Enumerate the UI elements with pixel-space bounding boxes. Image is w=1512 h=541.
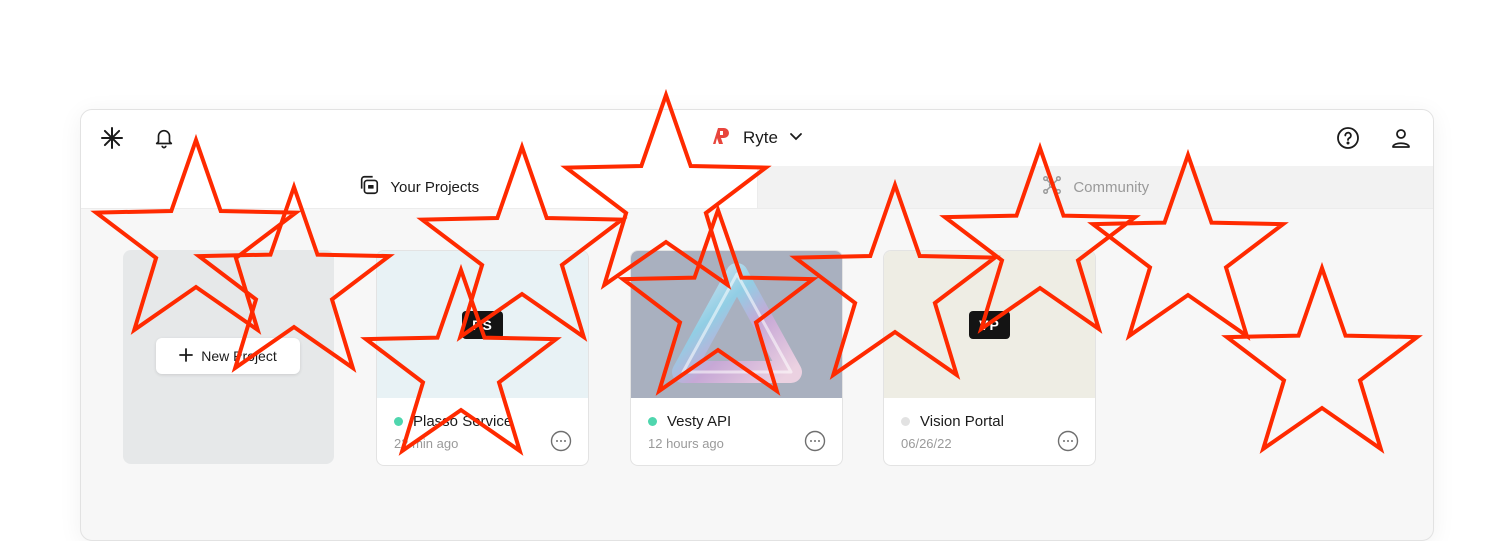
project-updated-time: 12 hours ago (648, 436, 724, 451)
tab-community[interactable]: Community (757, 166, 1433, 208)
project-card-vision-portal[interactable]: VP Vision Portal 06/26/22 (883, 250, 1096, 466)
new-project-button[interactable]: New Project (156, 338, 300, 374)
project-name: Vision Portal (920, 413, 1004, 430)
community-icon (1041, 174, 1063, 200)
projects-icon (358, 174, 380, 200)
ryte-logo-icon (709, 124, 733, 153)
project-initials-badge: PS (462, 310, 503, 339)
tab-bar: Your Projects Community (81, 166, 1433, 209)
workspace-switcher[interactable]: Ryte (709, 124, 804, 152)
tab-community-label: Community (1073, 178, 1150, 196)
project-card-vesty-api[interactable]: Vesty API 12 hours ago (630, 250, 843, 466)
project-card-plasso-service[interactable]: PS Plasso Service 22 min ago (376, 250, 589, 466)
more-options-icon[interactable] (550, 430, 572, 452)
status-dot (901, 417, 910, 426)
project-thumbnail (631, 251, 842, 398)
new-project-label: New Project (201, 348, 277, 364)
project-updated-time: 06/26/22 (901, 436, 952, 451)
help-icon[interactable] (1333, 123, 1363, 153)
chevron-down-icon (788, 128, 804, 149)
tab-your-projects[interactable]: Your Projects (81, 166, 758, 208)
asterisk-logo-icon[interactable] (97, 123, 127, 153)
project-thumbnail: VP (884, 251, 1095, 398)
project-updated-time: 22 min ago (394, 436, 459, 451)
project-info: Plasso Service 22 min ago (377, 398, 588, 465)
project-name: Vesty API (667, 413, 732, 430)
glass-triangle-image (671, 262, 802, 383)
project-thumbnail: PS (377, 251, 588, 398)
bell-icon[interactable] (149, 123, 179, 153)
top-bar: Ryte (81, 110, 1433, 167)
app-window: Ryte Your Projects Community New Project… (80, 109, 1434, 541)
status-dot (394, 417, 403, 426)
project-initials-badge: VP (969, 310, 1010, 339)
new-project-card: New Project (123, 250, 334, 464)
project-info: Vesty API 12 hours ago (631, 398, 842, 465)
plus-icon (179, 347, 194, 365)
user-icon[interactable] (1386, 123, 1416, 153)
tab-your-projects-label: Your Projects (390, 178, 480, 196)
more-options-icon[interactable] (804, 430, 826, 452)
status-dot (648, 417, 657, 426)
project-name: Plasso Service (413, 413, 513, 430)
project-info: Vision Portal 06/26/22 (884, 398, 1095, 465)
more-options-icon[interactable] (1057, 430, 1079, 452)
workspace-name: Ryte (743, 128, 778, 147)
